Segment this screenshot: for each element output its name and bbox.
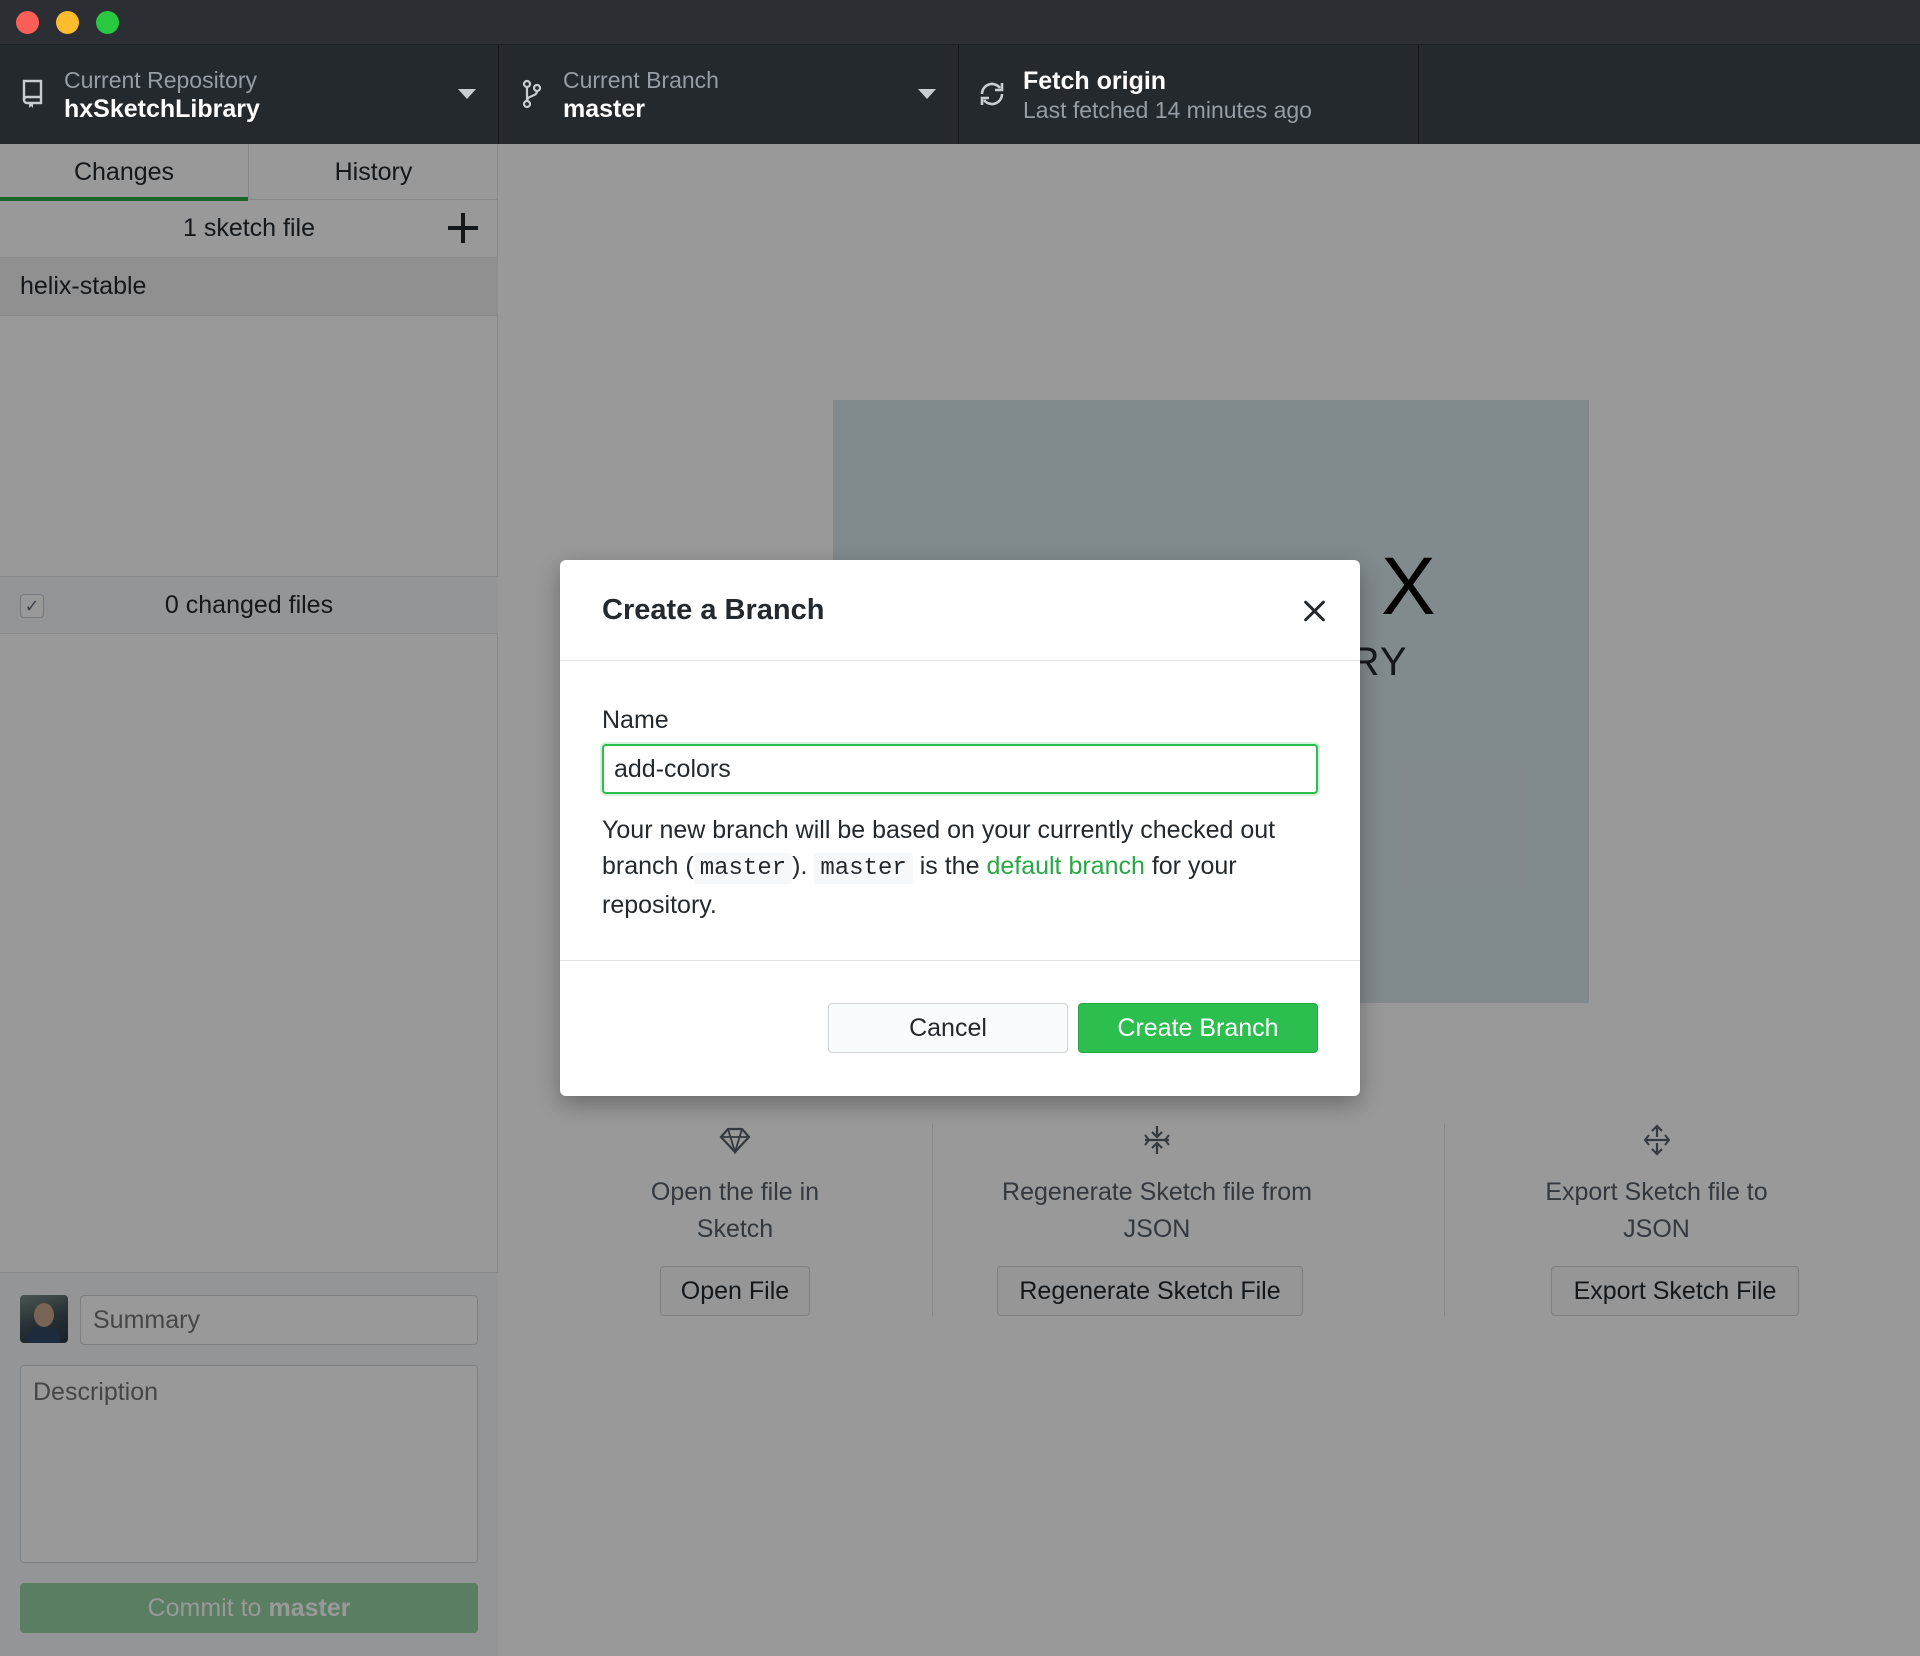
help-branch-code: master bbox=[693, 853, 793, 884]
cancel-button[interactable]: Cancel bbox=[828, 1003, 1068, 1053]
minimize-window-button[interactable] bbox=[56, 11, 79, 34]
branch-icon bbox=[517, 79, 547, 109]
repo-name: hxSketchLibrary bbox=[64, 95, 260, 123]
create-branch-button[interactable]: Create Branch bbox=[1078, 1003, 1318, 1053]
help-text-part: is the bbox=[912, 852, 987, 880]
default-branch-link[interactable]: default branch bbox=[986, 852, 1144, 880]
sync-icon bbox=[977, 79, 1007, 109]
chevron-down-icon bbox=[458, 89, 476, 99]
branch-help-text: Your new branch will be based on your cu… bbox=[602, 812, 1318, 923]
branch-label: Current Branch bbox=[563, 67, 719, 93]
fetch-subtitle: Last fetched 14 minutes ago bbox=[1023, 97, 1312, 123]
close-window-button[interactable] bbox=[16, 11, 39, 34]
fetch-title: Fetch origin bbox=[1023, 67, 1167, 95]
app-toolbar: Current Repository hxSketchLibrary Curre… bbox=[0, 44, 1920, 145]
branch-name: master bbox=[563, 95, 645, 123]
current-repository-dropdown[interactable]: Current Repository hxSketchLibrary bbox=[0, 45, 499, 145]
help-branch-code: master bbox=[814, 853, 913, 884]
window-titlebar bbox=[0, 0, 1920, 44]
dialog-footer: Cancel Create Branch bbox=[560, 961, 1360, 1096]
create-branch-dialog: Create a Branch Name Your new branch wil… bbox=[560, 560, 1360, 1096]
branch-name-label: Name bbox=[602, 706, 669, 734]
repo-icon bbox=[18, 79, 48, 109]
dialog-body: Name Your new branch will be based on yo… bbox=[560, 661, 1360, 961]
current-branch-dropdown[interactable]: Current Branch master bbox=[499, 45, 959, 145]
dialog-header: Create a Branch bbox=[560, 560, 1360, 661]
close-icon[interactable] bbox=[1300, 596, 1330, 626]
chevron-down-icon bbox=[918, 89, 936, 99]
dialog-title: Create a Branch bbox=[602, 594, 825, 626]
fetch-origin-button[interactable]: Fetch origin Last fetched 14 minutes ago bbox=[959, 45, 1419, 145]
zoom-window-button[interactable] bbox=[96, 11, 119, 34]
help-text-part: ). bbox=[792, 852, 815, 880]
branch-name-input[interactable] bbox=[602, 744, 1318, 794]
repo-label: Current Repository bbox=[64, 67, 258, 93]
